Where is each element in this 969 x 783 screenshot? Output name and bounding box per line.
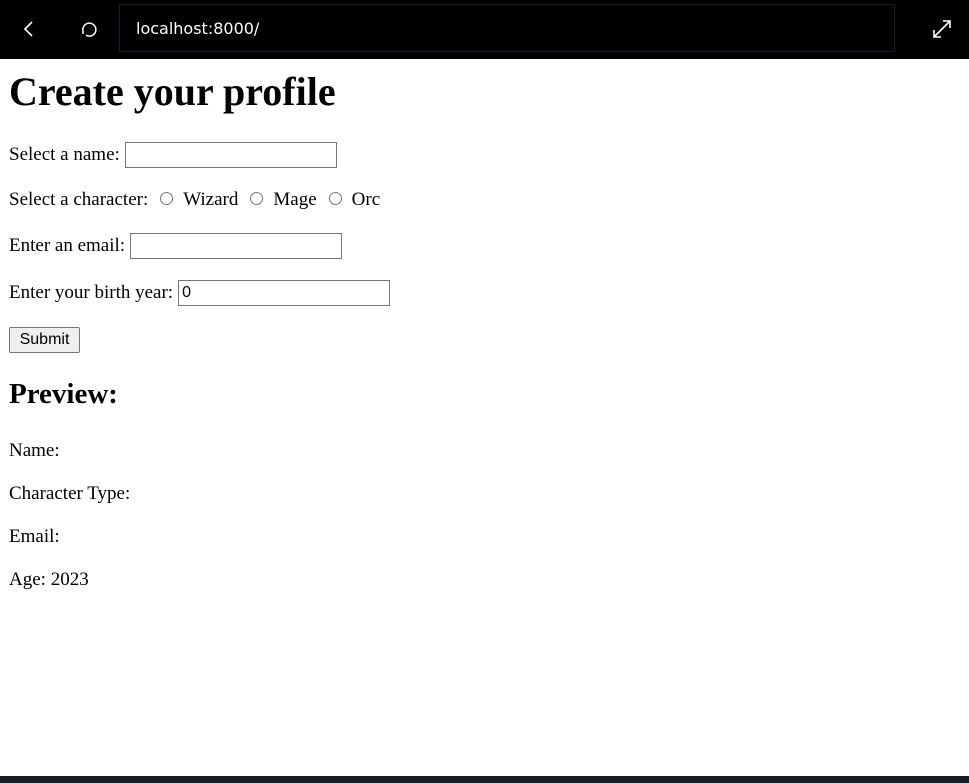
- preview-email-label: Email:: [9, 526, 60, 547]
- page-content: Create your profile Select a name: Selec…: [0, 59, 969, 776]
- email-input[interactable]: [130, 233, 343, 259]
- back-button[interactable]: [9, 9, 49, 49]
- character-option-orc: Orc: [351, 189, 381, 210]
- page-title: Create your profile: [9, 69, 336, 114]
- character-radio-orc[interactable]: [328, 191, 342, 205]
- character-option-wizard: Wizard: [183, 189, 239, 210]
- preview-name-label: Name:: [9, 440, 60, 461]
- preview-age-value: 2023: [50, 569, 89, 590]
- character-option-mage: Mage: [273, 189, 317, 210]
- birth-year-label: Enter your birth year:: [9, 282, 174, 303]
- birth-year-row: Enter your birth year:: [9, 280, 391, 306]
- expand-icon: [933, 20, 951, 38]
- preview-name: Name:: [9, 440, 60, 462]
- bottom-bar: [0, 776, 969, 783]
- fullscreen-button[interactable]: [922, 9, 962, 49]
- preview-heading: Preview:: [9, 378, 118, 410]
- character-label: Select a character:: [9, 189, 149, 210]
- preview-age-label: Age:: [9, 569, 46, 590]
- submit-button[interactable]: Submit: [9, 327, 80, 353]
- address-bar[interactable]: localhost:8000/: [119, 4, 895, 52]
- name-row: Select a name:: [9, 142, 337, 168]
- preview-email: Email:: [9, 526, 60, 548]
- name-input[interactable]: [124, 142, 337, 168]
- preview-age: Age: 2023: [9, 569, 89, 591]
- birth-year-input[interactable]: [178, 280, 391, 306]
- browser-toolbar: localhost:8000/: [0, 0, 969, 59]
- character-radio-mage[interactable]: [250, 191, 264, 205]
- reload-icon: [82, 22, 97, 37]
- chevron-left-icon: [23, 21, 33, 37]
- name-label: Select a name:: [9, 144, 120, 165]
- character-row: Select a character: Wizard Mage Orc: [9, 189, 380, 211]
- email-label: Enter an email:: [9, 235, 126, 256]
- reload-button[interactable]: [69, 9, 109, 49]
- preview-character-label: Character Type:: [9, 483, 131, 504]
- preview-character: Character Type:: [9, 483, 130, 505]
- address-bar-url: localhost:8000/: [136, 18, 260, 38]
- character-radio-wizard[interactable]: [160, 191, 174, 205]
- email-row: Enter an email:: [9, 233, 343, 259]
